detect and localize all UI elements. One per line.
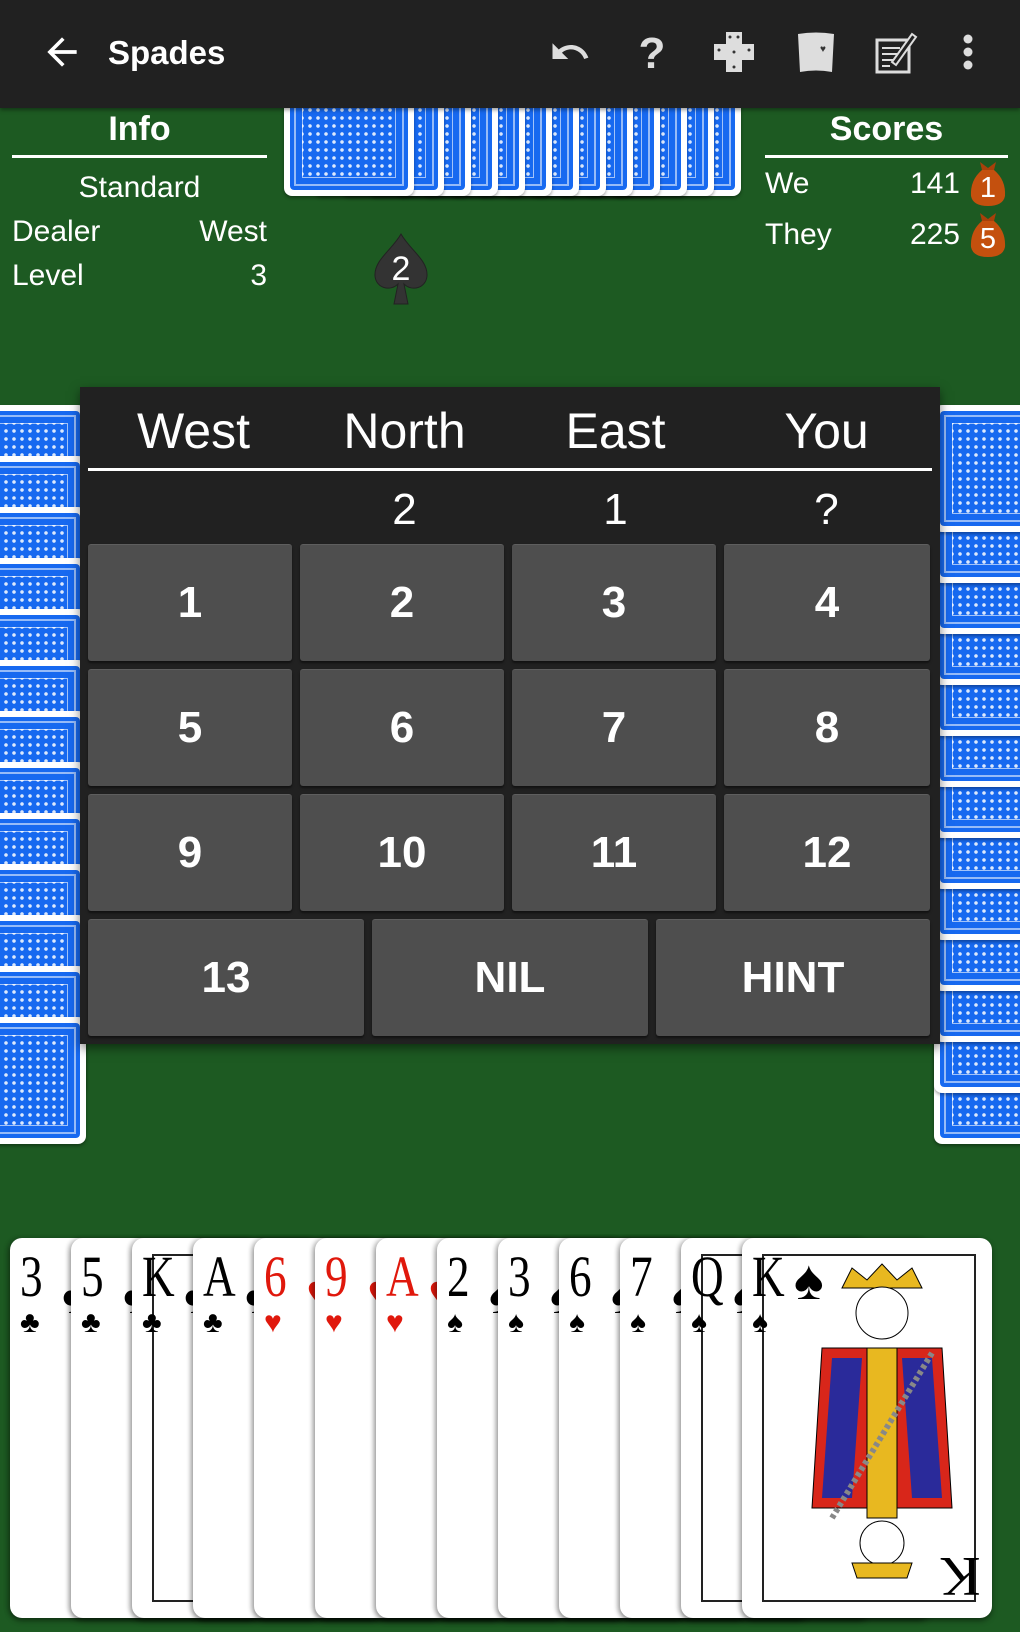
current-bids: 2 1 ? xyxy=(88,485,932,535)
card-rank: 5 xyxy=(81,1244,104,1309)
bags-count: 5 xyxy=(979,222,997,255)
bid-button-9[interactable]: 9 xyxy=(88,794,292,911)
dealer-label: Dealer xyxy=(12,215,101,248)
card-suit-icon: ♠ xyxy=(691,1306,707,1339)
more-vert-icon xyxy=(963,34,973,70)
divider xyxy=(88,468,932,471)
score-row-we: We 141 1 xyxy=(765,158,1008,209)
scores-panel: Scores We 141 1 They 225 5 xyxy=(765,110,1008,260)
card-rank: 3 xyxy=(508,1244,531,1309)
team-name: They xyxy=(765,217,832,251)
undo-icon xyxy=(552,43,589,59)
card-suit-icon: ♣ xyxy=(81,1306,101,1339)
bid-button-4[interactable]: 4 xyxy=(724,544,930,661)
card-rank: K xyxy=(142,1244,175,1309)
level-row: Level 3 xyxy=(12,254,267,298)
card-suit-icon: ♠ xyxy=(569,1306,585,1339)
bid-button-7[interactable]: 7 xyxy=(512,669,716,786)
card-suit-icon: ♠ xyxy=(752,1306,768,1339)
svg-text:♥: ♥ xyxy=(820,44,826,55)
bid-you: ? xyxy=(814,485,839,534)
card-rank: K xyxy=(752,1244,785,1309)
team-name: We xyxy=(765,166,810,200)
info-heading: Info xyxy=(12,110,267,158)
east-card-back xyxy=(934,405,1020,532)
bid-button-1[interactable]: 1 xyxy=(88,544,292,661)
card-suit-icon: ♥ xyxy=(325,1306,343,1339)
score-row-they: They 225 5 xyxy=(765,209,1008,260)
nil-button[interactable]: NIL xyxy=(372,919,648,1036)
player-hand: 3♣♣5♣♣K♣♣A♣♣6♥♥9♥♥A♥♥2♠♠3♠♠6♠♠7♠♠Q♠♠K♠♠K xyxy=(10,1238,1010,1628)
card-rank: 6 xyxy=(264,1244,287,1309)
level-label: Level xyxy=(12,259,84,292)
bid-player-headers: West North East You xyxy=(88,399,932,463)
level-value: 3 xyxy=(250,259,267,292)
card-suit-icon: ♠ xyxy=(630,1306,646,1339)
bags-badge: 5 xyxy=(968,211,1008,259)
card-rank: A xyxy=(203,1244,236,1309)
score-sheet-button[interactable] xyxy=(872,28,920,76)
card-deck-button[interactable]: ♥ xyxy=(792,28,840,76)
app-bar: Spades ? ♥ xyxy=(0,0,1020,108)
card-rank: 9 xyxy=(325,1244,348,1309)
help-icon: ? xyxy=(639,30,666,74)
dealer-row: Dealer West xyxy=(12,210,267,254)
bid-button-2[interactable]: 2 xyxy=(300,544,504,661)
player-you: You xyxy=(784,403,869,459)
card-suit-icon: ♣ xyxy=(142,1306,162,1339)
card-rank: 7 xyxy=(630,1244,653,1309)
undo-button[interactable] xyxy=(546,28,594,76)
dealer-value: West xyxy=(199,215,267,248)
bags-count: 1 xyxy=(979,171,997,204)
bid-button-8[interactable]: 8 xyxy=(724,669,930,786)
player-north: North xyxy=(343,403,466,459)
bid-button-6[interactable]: 6 xyxy=(300,669,504,786)
card-rank: 2 xyxy=(447,1244,470,1309)
card-suit-icon: ♥ xyxy=(386,1306,404,1339)
game-layout-button[interactable] xyxy=(710,28,758,76)
app-title: Spades xyxy=(108,34,226,71)
bags-badge: 1 xyxy=(968,160,1008,208)
bid-button-10[interactable]: 10 xyxy=(300,794,504,911)
team-score: 225 xyxy=(909,217,960,251)
bid-button-3[interactable]: 3 xyxy=(512,544,716,661)
notepad-pencil-icon xyxy=(875,32,918,74)
info-panel: Info Standard Dealer West Level 3 xyxy=(12,110,267,298)
card-suit-icon: ♣ xyxy=(20,1306,40,1339)
bid-button-12[interactable]: 12 xyxy=(724,794,930,911)
player-west: West xyxy=(137,403,250,459)
card-rank: 3 xyxy=(20,1244,43,1309)
north-bid-value: 2 xyxy=(391,250,411,288)
player-east: East xyxy=(565,403,666,459)
west-card-back xyxy=(0,1017,86,1144)
bid-button-13[interactable]: 13 xyxy=(88,919,364,1036)
team-score: 141 xyxy=(909,166,960,200)
card-rank: 6 xyxy=(569,1244,592,1309)
card-rank: Q xyxy=(691,1244,724,1309)
cross-layout-icon xyxy=(714,32,754,72)
scores-heading: Scores xyxy=(765,110,1008,158)
card-fan-icon: ♥ xyxy=(798,32,834,72)
arrow-back-icon xyxy=(47,37,77,67)
card-rank: A xyxy=(386,1244,419,1309)
north-bid-marker: 2 xyxy=(372,232,430,306)
card-suit-icon: ♥ xyxy=(264,1306,282,1339)
bid-dialog: West North East You 2 1 ? 1 2 3 4 5 6 7 … xyxy=(80,387,940,1044)
hand-card[interactable]: K ♠ ♠ K xyxy=(742,1238,992,1618)
card-suit-icon: ♣ xyxy=(203,1306,223,1339)
bid-north: 2 xyxy=(392,485,417,534)
card-suit-icon: ♠ xyxy=(508,1306,524,1339)
help-button[interactable]: ? xyxy=(628,28,676,76)
svg-text:?: ? xyxy=(639,30,666,74)
bid-west xyxy=(88,485,299,535)
game-mode: Standard xyxy=(78,171,201,204)
hint-button[interactable]: HINT xyxy=(656,919,930,1036)
bid-button-5[interactable]: 5 xyxy=(88,669,292,786)
bid-button-11[interactable]: 11 xyxy=(512,794,716,911)
card-suit-icon: ♠ xyxy=(447,1306,463,1339)
more-options-button[interactable] xyxy=(944,28,992,76)
back-button[interactable] xyxy=(40,30,84,74)
bid-east: 1 xyxy=(603,485,628,534)
